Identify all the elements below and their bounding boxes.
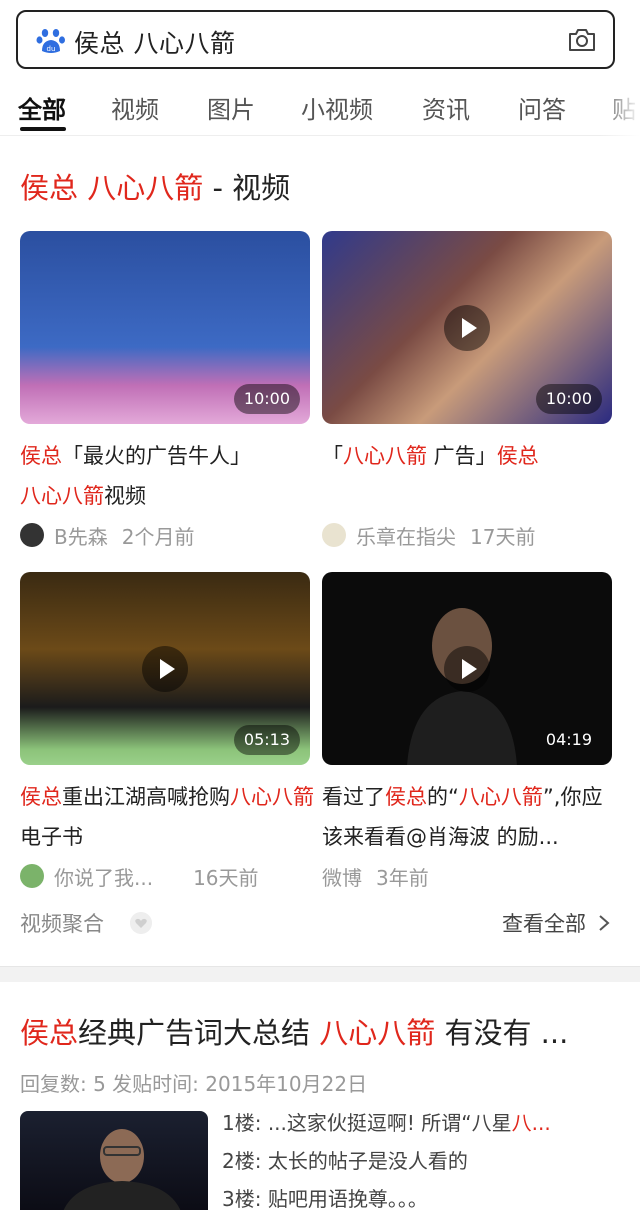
video-time: 2个月前: [121, 524, 195, 549]
video-section-title[interactable]: 侯总 八心八箭 - 视频: [20, 165, 290, 207]
baidu-paw-icon: du: [36, 29, 65, 53]
video-author: 微博: [322, 865, 362, 890]
video-thumbnail[interactable]: 10:00: [322, 231, 612, 424]
tab-images[interactable]: 图片: [207, 90, 255, 125]
video-card[interactable]: 05:13 侯总重出江湖高喊抢购八心八箭电子书 你说了我... 16天前: [20, 572, 314, 891]
play-icon[interactable]: [444, 304, 490, 351]
video-author: B先森: [54, 524, 108, 549]
video-card[interactable]: 10:00 「八心八箭 广告」侯总 乐章在指尖 17天前: [322, 231, 612, 550]
video-meta: 你说了我... 16天前: [20, 861, 310, 891]
video-aggregate-label[interactable]: 视频聚合: [20, 908, 104, 938]
chevron-right-icon[interactable]: [598, 914, 610, 932]
avatar: [20, 523, 44, 547]
result-snippet[interactable]: 1楼: ...这家伙挺逗啊! 所谓“八星八... 2楼: 太长的帖子是没人看的 …: [222, 1104, 622, 1210]
video-time: 3年前: [376, 865, 429, 890]
tab-qa[interactable]: 问答: [518, 90, 566, 125]
tab-news[interactable]: 资讯: [422, 90, 470, 125]
video-section-footer: 视频聚合 查看全部: [20, 908, 610, 940]
video-time: 17天前: [470, 524, 536, 549]
play-icon[interactable]: [142, 645, 188, 692]
video-author: 乐章在指尖: [356, 524, 456, 549]
video-thumbnail[interactable]: 04:19: [322, 572, 612, 765]
person-silhouette: [63, 1129, 181, 1210]
result-title[interactable]: 侯总经典广告词大总结 八心八箭 有没有 ...: [20, 1010, 620, 1052]
video-card[interactable]: 04:19 看过了侯总的“八心八箭”,你应该来看看@肖海波 的励... 微博 3…: [322, 572, 612, 891]
snippet-line: 1楼: ...这家伙挺逗啊! 所谓“八星八...: [222, 1111, 551, 1135]
video-duration: 10:00: [535, 384, 602, 414]
video-title[interactable]: 侯总重出江湖高喊抢购八心八箭电子书: [20, 777, 316, 857]
search-bar[interactable]: du 侯总 八心八箭: [16, 10, 615, 69]
search-tabs: 全部 视频 图片 小视频 资讯 问答 贴: [0, 82, 640, 136]
tab-all[interactable]: 全部: [18, 90, 66, 125]
video-time: 16天前: [193, 865, 259, 890]
active-tab-indicator: [20, 127, 66, 131]
snippet-line: 3楼: 贴吧用语挽尊。。。: [222, 1187, 428, 1210]
video-duration: 10:00: [233, 384, 300, 414]
result-meta: 回复数: 5 发贴时间: 2015年10月22日: [20, 1072, 368, 1096]
tab-video[interactable]: 视频: [111, 90, 159, 125]
snippet-line: 2楼: 太长的帖子是没人看的: [222, 1149, 468, 1173]
tab-short-video[interactable]: 小视频: [301, 90, 373, 125]
heart-icon[interactable]: [130, 912, 152, 934]
video-card[interactable]: 10:00 侯总「最火的广告牛人」 八心八箭视频 B先森 2个月前: [20, 231, 310, 550]
camera-icon[interactable]: [567, 27, 597, 53]
video-author: 你说了我...: [54, 865, 154, 890]
video-thumbnail[interactable]: 05:13: [20, 572, 310, 765]
result-thumbnail[interactable]: [20, 1111, 208, 1210]
video-title[interactable]: 看过了侯总的“八心八箭”,你应该来看看@肖海波 的励...: [322, 777, 618, 857]
video-thumbnail[interactable]: 10:00: [20, 231, 310, 424]
tabs-fade: [600, 82, 640, 136]
svg-text:du: du: [47, 45, 56, 53]
video-title[interactable]: 「八心八箭 广告」侯总: [322, 436, 618, 476]
video-title[interactable]: 侯总「最火的广告牛人」 八心八箭视频: [20, 436, 316, 516]
section-divider: [0, 966, 640, 982]
video-duration: 04:19: [545, 730, 592, 749]
video-duration: 05:13: [233, 725, 300, 755]
play-icon[interactable]: [444, 645, 490, 692]
video-meta: B先森 2个月前: [20, 520, 310, 550]
avatar: [20, 864, 44, 888]
video-meta: 微博 3年前: [322, 861, 612, 891]
video-meta: 乐章在指尖 17天前: [322, 520, 612, 550]
search-query[interactable]: 侯总 八心八箭: [74, 24, 235, 60]
view-all-link[interactable]: 查看全部: [502, 908, 586, 938]
avatar: [322, 523, 346, 547]
